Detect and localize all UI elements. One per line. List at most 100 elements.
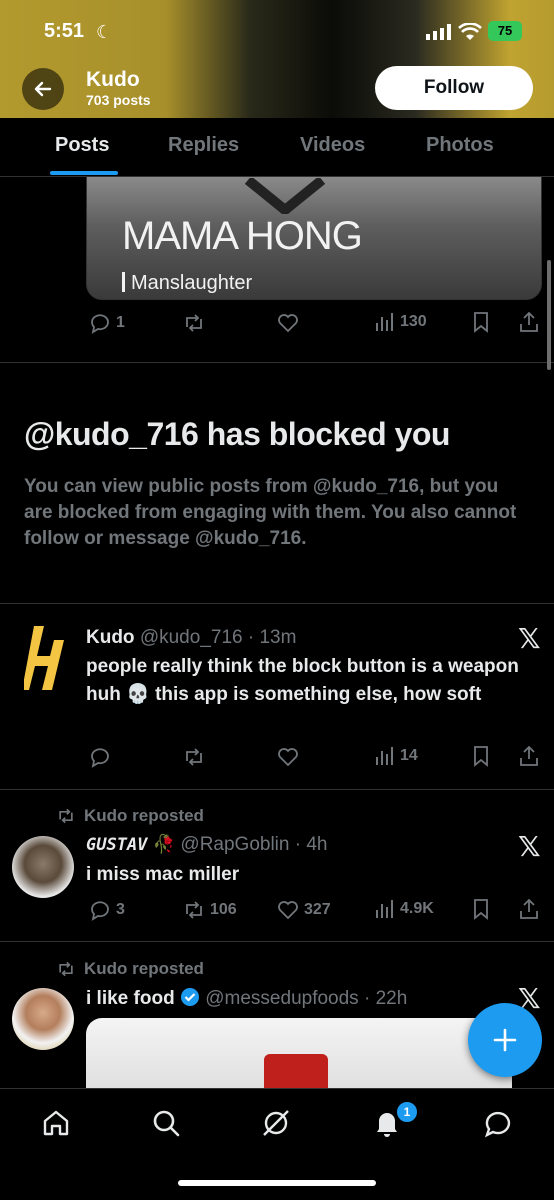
battery-indicator: 75 [488, 21, 522, 41]
divider [0, 603, 554, 604]
share-icon [520, 898, 538, 919]
follow-button[interactable]: Follow [375, 66, 533, 110]
view-count: 130 [400, 313, 427, 330]
plus-icon [493, 1028, 517, 1052]
reply-action[interactable]: 1 [88, 311, 125, 335]
compose-post-button[interactable] [468, 1003, 542, 1077]
reply-icon [91, 901, 109, 921]
like-count: 327 [304, 901, 331, 918]
divider [0, 941, 554, 942]
author-name[interactable]: GUSTAV [86, 835, 147, 855]
author-handle-time[interactable]: @kudo_716 · 13m [140, 627, 297, 648]
view-count: 14 [400, 747, 418, 764]
skull-emoji-icon: 💀 [126, 684, 150, 705]
views-icon [376, 900, 393, 918]
media-caption-sub: Manslaughter [122, 272, 252, 295]
grok-icon[interactable] [260, 1107, 292, 1139]
scrollbar[interactable] [547, 260, 551, 370]
post-actions: 1 130 [86, 311, 542, 341]
arrow-left-icon [34, 81, 52, 97]
avatar[interactable] [12, 836, 74, 898]
repost-count: 106 [210, 901, 237, 918]
tab-posts[interactable]: Posts [55, 134, 109, 157]
repost-indicator: Kudo reposted [56, 806, 204, 826]
media-caption-main: MAMA HONG [122, 214, 363, 258]
post-actions: 3 106 327 4.9K [86, 898, 542, 928]
avatar[interactable] [12, 988, 74, 1050]
like-action[interactable] [276, 311, 300, 335]
profile-tabs: Posts Replies Videos Photos [0, 118, 554, 177]
blocked-description: You can view public posts from @kudo_716… [24, 476, 517, 549]
like-action[interactable] [276, 745, 300, 769]
home-indicator[interactable] [178, 1180, 376, 1186]
x-logo-icon[interactable]: 𝕏 [518, 622, 541, 655]
bookmark-icon [474, 746, 488, 767]
media-caption-sub-text: Manslaughter [131, 272, 253, 294]
share-icon [520, 745, 538, 766]
cellular-signal-icon [426, 24, 451, 40]
verified-badge-icon [180, 988, 199, 1006]
views-icon [376, 747, 393, 765]
heart-icon [278, 901, 298, 920]
bookmark-action[interactable] [470, 311, 492, 333]
active-tab-indicator [50, 171, 118, 175]
post-text: people really think the block button is … [86, 653, 536, 709]
plant-emoji-icon: 🥀 [152, 834, 176, 854]
views-icon [376, 313, 393, 331]
messages-icon[interactable] [482, 1107, 514, 1139]
post-count: 703 posts [86, 92, 151, 108]
blocked-title: @kudo_716 has blocked you [24, 416, 450, 452]
heart-icon [278, 314, 298, 333]
bookmark-action[interactable] [470, 745, 492, 767]
reply-action[interactable] [88, 745, 112, 769]
views-action[interactable]: 130 [374, 311, 427, 333]
share-icon [520, 311, 538, 332]
share-action[interactable] [518, 898, 540, 920]
profile-name: Kudo [86, 68, 140, 91]
divider [0, 362, 554, 363]
status-time: 5:51 [44, 20, 85, 42]
views-action[interactable]: 4.9K [374, 898, 434, 920]
share-action[interactable] [518, 745, 540, 767]
notification-badge: 1 [395, 1100, 419, 1124]
search-icon[interactable] [150, 1107, 182, 1139]
media-logo-shape [244, 178, 326, 214]
repost-action[interactable] [182, 311, 206, 335]
post-media-image[interactable] [86, 1018, 512, 1088]
views-action[interactable]: 14 [374, 745, 418, 767]
reply-icon [91, 314, 109, 334]
post-header: Kudo @kudo_716 · 13m [86, 627, 296, 649]
view-count: 4.9K [400, 900, 434, 917]
tab-videos[interactable]: Videos [300, 134, 365, 157]
repost-icon [59, 808, 73, 824]
status-bar: 5:51 ☾ 75 [0, 18, 554, 48]
post-text-part-b: this app is something else, how soft [155, 684, 482, 705]
author-name[interactable]: i like food [86, 988, 175, 1009]
reply-icon [91, 748, 109, 768]
repost-action[interactable] [182, 745, 206, 769]
reply-action[interactable]: 3 [88, 898, 125, 922]
divider [0, 789, 554, 790]
tab-replies[interactable]: Replies [168, 134, 239, 157]
wifi-icon [458, 23, 482, 40]
kudo-logo-avatar[interactable] [24, 626, 64, 690]
repost-action[interactable]: 106 [182, 898, 237, 922]
post-header: GUSTAV 🥀 @RapGoblin · 4h [86, 834, 328, 856]
profile-header-banner: 5:51 ☾ 75 Kudo 703 posts Follow [0, 0, 554, 118]
share-action[interactable] [518, 311, 540, 333]
tab-photos[interactable]: Photos [426, 134, 494, 157]
author-handle-time[interactable]: @RapGoblin · 4h [180, 834, 327, 855]
author-handle-time[interactable]: @messedupfoods · 22h [205, 988, 407, 1009]
post-actions: 14 [86, 745, 542, 775]
like-action[interactable]: 327 [276, 898, 331, 922]
repost-label: Kudo reposted [84, 806, 204, 825]
repost-icon [186, 314, 202, 332]
reply-count: 3 [116, 901, 125, 918]
repost-icon [186, 748, 202, 766]
author-name[interactable]: Kudo [86, 627, 135, 648]
home-icon[interactable] [40, 1107, 72, 1139]
x-logo-icon[interactable]: 𝕏 [518, 830, 541, 863]
bookmark-action[interactable] [470, 898, 492, 920]
back-button[interactable] [22, 68, 64, 110]
moon-icon: ☾ [96, 22, 113, 42]
